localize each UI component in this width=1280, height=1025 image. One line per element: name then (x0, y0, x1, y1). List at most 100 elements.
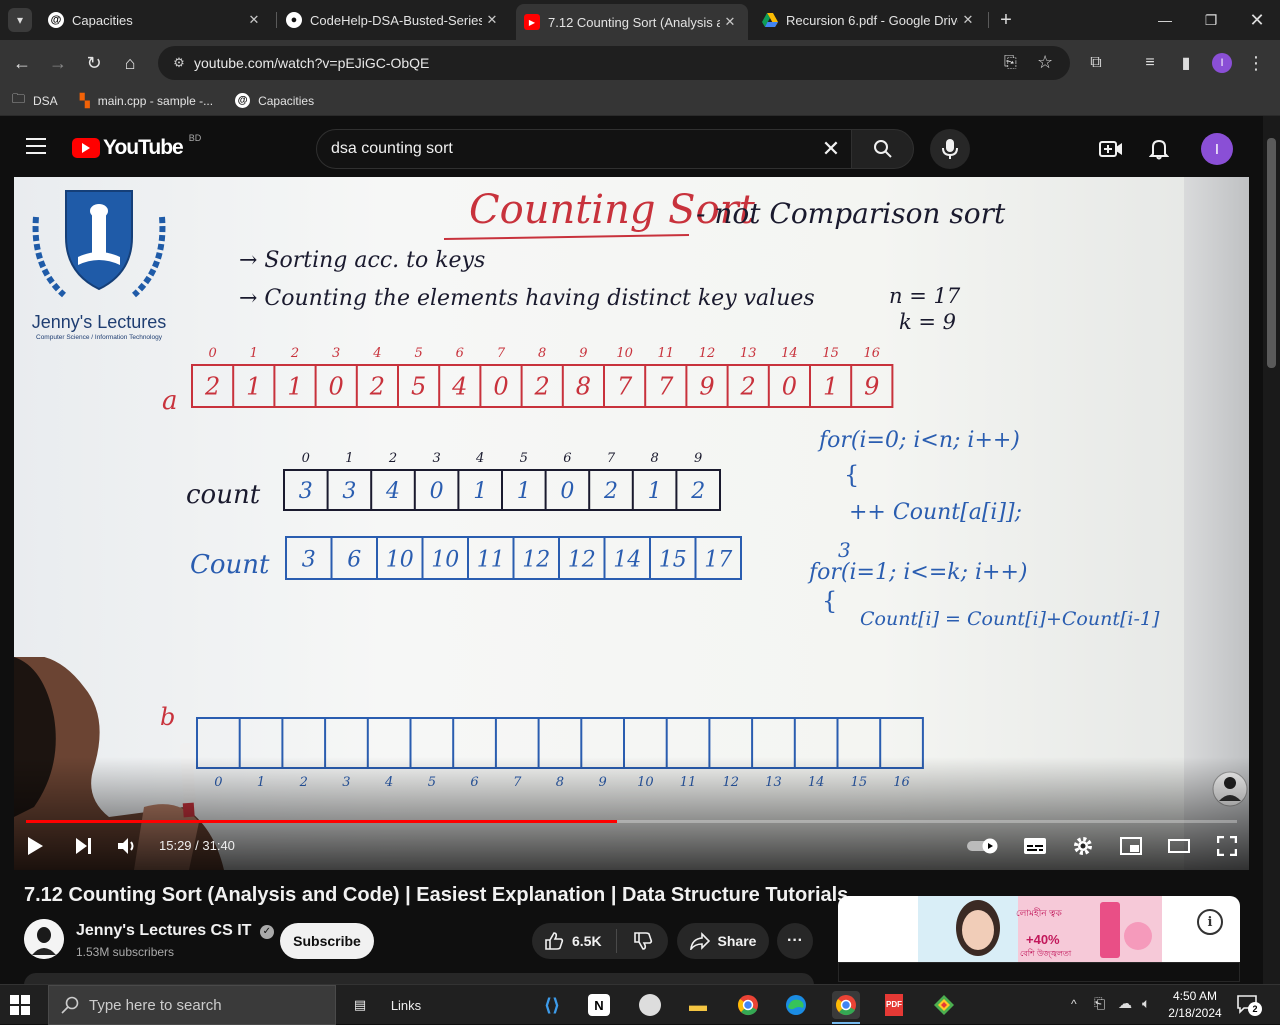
forward-button[interactable]: → (44, 49, 72, 77)
count-cell: 2 (603, 479, 618, 504)
close-tab-icon[interactable]: ✕ (482, 12, 502, 28)
array-index: 6 (456, 346, 464, 361)
reload-button[interactable]: ↻ (80, 49, 108, 77)
array-index: 0 (302, 451, 310, 466)
pdf-reader-icon[interactable]: PDF (880, 991, 908, 1019)
links-toolbar[interactable]: Links (386, 991, 426, 1019)
search-button[interactable] (851, 129, 914, 169)
fullscreen-button[interactable] (1214, 833, 1240, 859)
chrome-menu-icon[interactable]: ⋮ (1242, 49, 1270, 77)
dev-tool-icon[interactable] (930, 991, 958, 1019)
close-window-button[interactable]: ✕ (1234, 6, 1280, 34)
tab-counting-sort[interactable]: ▶ 7.12 Counting Sort (Analysis an ✕ (516, 4, 748, 40)
new-tab-button[interactable]: + (994, 8, 1018, 32)
address-bar[interactable]: ⚙ youtube.com/watch?v=pEJiGC-ObQE (158, 46, 1070, 80)
play-button[interactable] (22, 833, 48, 859)
start-button[interactable] (10, 995, 30, 1015)
windows-logo-icon (10, 995, 30, 1015)
notification-center-icon[interactable]: 2 (1236, 994, 1262, 1016)
close-tab-icon[interactable]: ✕ (244, 12, 264, 28)
like-button[interactable]: 6.5K (532, 929, 617, 953)
search-input[interactable]: dsa counting sort ✕ (316, 129, 852, 169)
edge-icon[interactable] (782, 991, 810, 1019)
system-clock[interactable]: 4:50 AM 2/18/2024 (1162, 988, 1228, 1022)
notion-icon[interactable]: N (588, 994, 610, 1016)
extensions-icon[interactable]: ⧉ (1082, 49, 1110, 77)
bookmark-dsa[interactable]: 🗀 DSA (12, 90, 58, 112)
bookmark-star-icon[interactable]: ☆ (1037, 52, 1053, 73)
install-app-icon[interactable]: ⎘ (1004, 54, 1017, 72)
theater-mode-button[interactable] (1166, 833, 1192, 859)
scrollbar-thumb[interactable] (1267, 138, 1276, 368)
close-tab-icon[interactable]: ✕ (958, 12, 978, 28)
subscribe-button[interactable]: Subscribe (280, 923, 374, 959)
cumulative-count-cell: 10 (386, 547, 414, 572)
tab-title: Capacities (72, 12, 133, 28)
account-avatar[interactable]: I (1201, 133, 1233, 165)
autoplay-toggle[interactable] (964, 833, 1004, 859)
ad-info-icon[interactable]: i (1197, 909, 1223, 935)
chrome-profile-2-icon[interactable] (734, 991, 762, 1019)
miniplayer-button[interactable] (1118, 833, 1144, 859)
cumulative-count-cell: 11 (477, 547, 505, 572)
volume-button[interactable] (114, 833, 140, 859)
page-scrollbar[interactable] (1263, 116, 1280, 984)
close-tab-icon[interactable]: ✕ (720, 14, 740, 30)
chrome-active-icon[interactable] (832, 991, 860, 1019)
array-index: 11 (658, 346, 675, 361)
tab-search-button[interactable]: ▾ (8, 8, 32, 32)
sponsored-ad-banner[interactable]: লোমহীন ত্বক +40% বেশি উজ্জ্বলতা (838, 896, 1240, 962)
tab-google-drive[interactable]: Recursion 6.pdf - Google Drive ✕ (754, 4, 986, 36)
next-button[interactable] (70, 833, 96, 859)
channel-avatar[interactable] (24, 919, 64, 959)
clear-search-icon[interactable]: ✕ (811, 136, 851, 162)
youtube-play-icon (72, 138, 100, 158)
subscriber-count: 1.53M subscribers (76, 945, 175, 959)
settings-button[interactable] (1070, 833, 1096, 859)
tab-divider (276, 12, 277, 28)
restore-button[interactable]: ❐ (1188, 6, 1234, 34)
array-a-cell: 4 (451, 372, 467, 400)
speaker-icon[interactable]: 🔈︎ (1142, 995, 1150, 1012)
share-button[interactable]: Share (677, 923, 769, 959)
subtitles-button[interactable] (1022, 833, 1048, 859)
channel-name[interactable]: Jenny's Lectures CS IT ✓ (76, 922, 274, 940)
home-icon[interactable]: ⌂ (116, 49, 144, 77)
ad-text-line1: লোমহীন ত্বক (1016, 908, 1062, 918)
more-actions-button[interactable]: ··· (777, 923, 813, 959)
show-hidden-icons[interactable]: ^ (1071, 997, 1077, 1011)
notifications-bell-icon[interactable] (1146, 136, 1172, 162)
site-info-icon[interactable]: ⚙ (164, 55, 194, 71)
bookmark-main-cpp[interactable]: ▚ main.cpp - sample -... (80, 93, 213, 109)
profile-avatar[interactable]: I (1212, 53, 1232, 73)
github-desktop-icon[interactable] (636, 991, 664, 1019)
file-explorer-icon[interactable]: ▬ (684, 991, 712, 1019)
array-a-cell: 2 (740, 372, 756, 400)
array-index: 3 (432, 451, 440, 466)
tab-codehelp[interactable]: ● CodeHelp-DSA-Busted-Series/L ✕ (278, 4, 510, 36)
task-view-icon[interactable]: ▤ (346, 991, 374, 1019)
url-text: youtube.com/watch?v=pEJiGC-ObQE (194, 55, 430, 71)
video-player[interactable]: Jenny's Lectures Computer Science / Info… (14, 177, 1249, 870)
dislike-button[interactable] (617, 931, 668, 951)
onedrive-cloud-icon[interactable]: ☁ (1118, 995, 1132, 1012)
youtube-logo[interactable]: YouTube BD (72, 133, 201, 160)
ad-text-line3: বেশি উজ্জ্বলতা (1020, 949, 1072, 958)
side-panel-icon[interactable]: ▮ (1172, 49, 1200, 77)
taskbar-search-input[interactable]: Type here to search (48, 985, 336, 1025)
minimize-button[interactable]: — (1142, 6, 1188, 34)
media-control-icon[interactable]: ≡ (1136, 49, 1164, 77)
voice-search-button[interactable] (930, 129, 970, 169)
guide-menu-icon[interactable] (26, 138, 46, 159)
array-index: 9 (579, 346, 587, 361)
progress-bar[interactable] (26, 820, 1237, 823)
thumbs-down-icon (633, 932, 652, 950)
vscode-icon[interactable]: ⟨⟩ (538, 991, 566, 1019)
count-cell: 4 (385, 479, 400, 504)
device-icon[interactable]: ⎗ (1094, 995, 1105, 1012)
bookmark-capacities[interactable]: @ Capacities (235, 93, 314, 108)
tab-capacities[interactable]: @ Capacities ✕ (40, 4, 272, 36)
back-button[interactable]: ← (8, 49, 36, 77)
tab-title: 7.12 Counting Sort (Analysis an (548, 14, 720, 30)
create-video-icon[interactable] (1098, 136, 1124, 162)
